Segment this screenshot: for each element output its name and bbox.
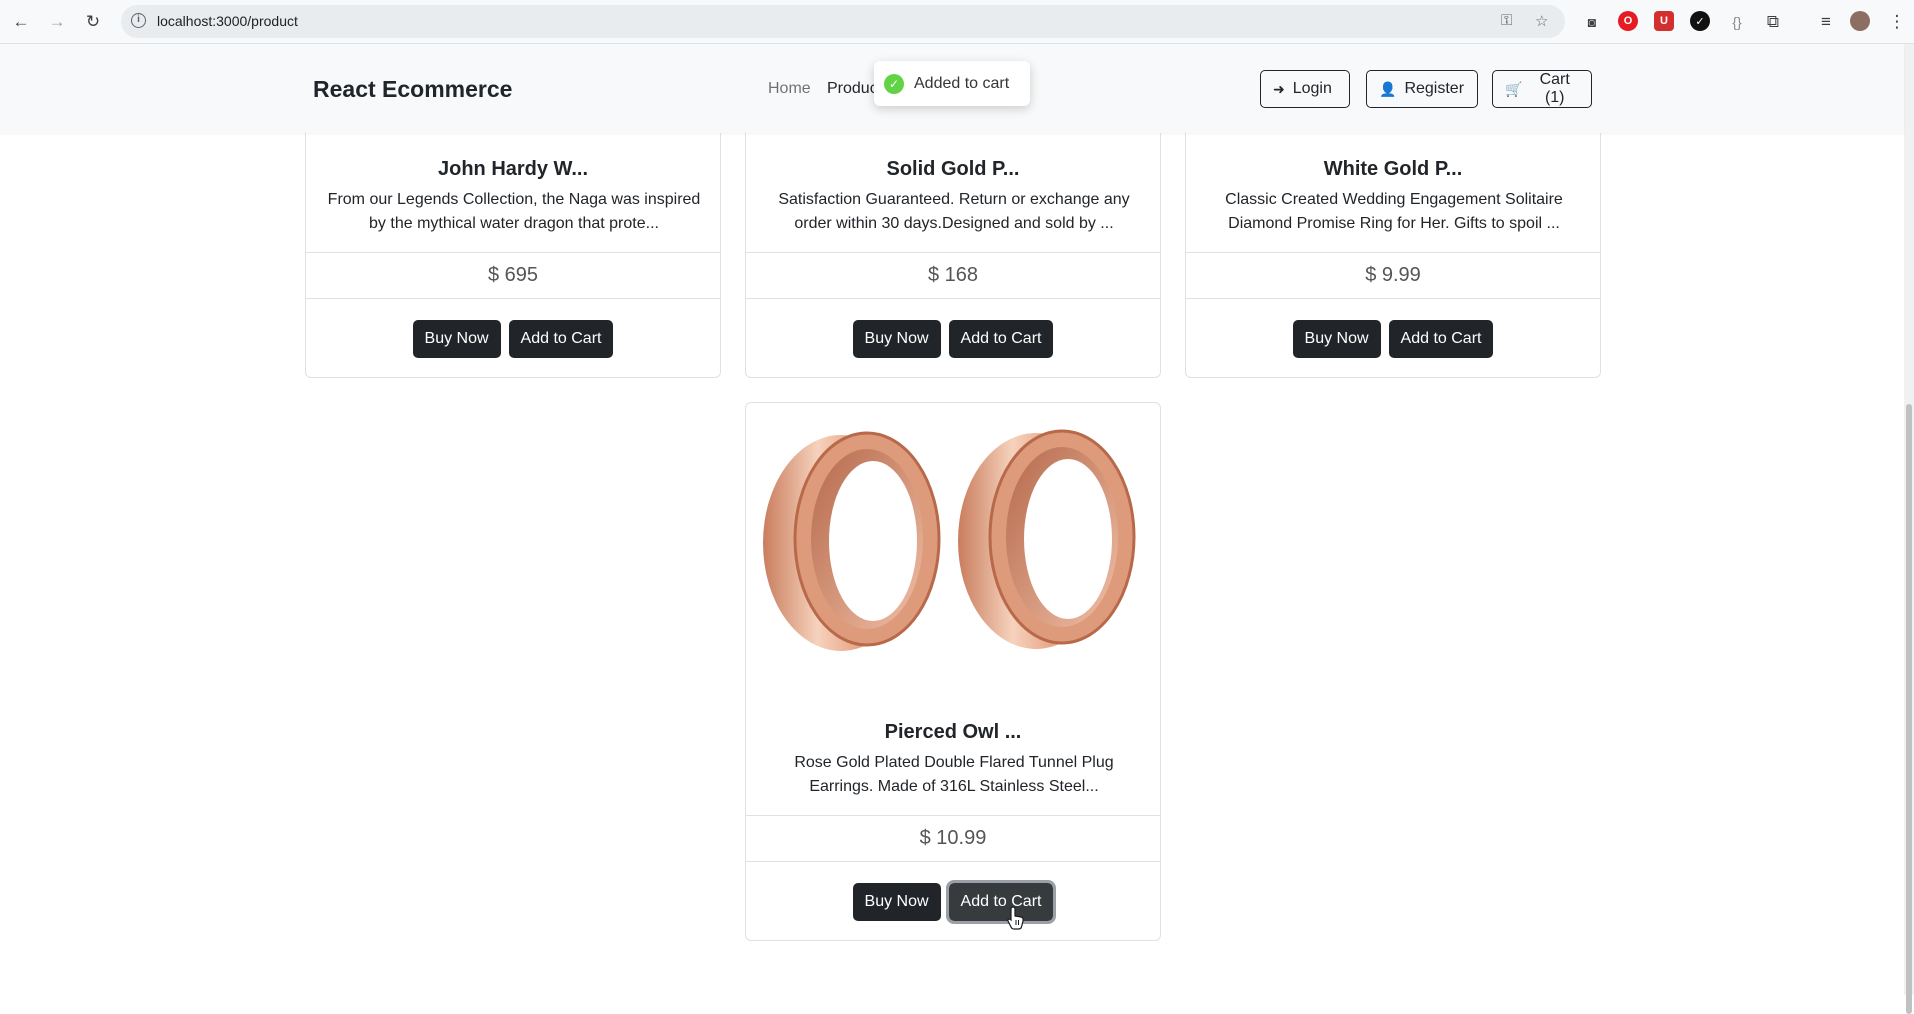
ublock-extension-icon[interactable]: U [1654, 11, 1674, 31]
login-button[interactable]: ➜ Login [1260, 70, 1350, 108]
rose-gold-tunnel-plugs-image [763, 429, 1136, 651]
buy-now-button[interactable]: Buy Now [412, 320, 501, 358]
nav-link-home[interactable]: Home [768, 80, 811, 98]
product-price: $ 9.99 [1186, 252, 1600, 299]
product-title: White Gold P... [1323, 158, 1463, 180]
check-circle-icon: ✓ [884, 73, 904, 94]
media-control-icon[interactable]: ≡ [1813, 9, 1839, 35]
camera-icon[interactable]: ◙ [1579, 9, 1605, 35]
cart-button[interactable]: 🛒 Cart (1) [1492, 70, 1592, 108]
add-to-cart-button[interactable]: Add to Cart [945, 880, 1057, 924]
sign-in-icon: ➜ [1273, 80, 1285, 97]
page-scrollbar[interactable] [1904, 44, 1914, 1014]
product-title: Pierced Owl ... [884, 721, 1022, 743]
address-bar[interactable]: i localhost:3000/product ⚿ ☆ [121, 5, 1565, 38]
toast-message: Added to cart [914, 74, 1010, 92]
menu-kebab-icon[interactable]: ⋮ [1884, 9, 1910, 35]
url-text[interactable]: localhost:3000/product [157, 13, 298, 29]
add-to-cart-button[interactable]: Add to Cart [1388, 320, 1494, 358]
product-description: Satisfaction Guaranteed. Return or excha… [778, 191, 1130, 232]
cart-label: Cart (1) [1539, 71, 1570, 106]
product-title: Solid Gold P... [886, 158, 1020, 180]
product-description: Rose Gold Plated Double Flared Tunnel Pl… [794, 754, 1114, 795]
product-price: $ 695 [306, 252, 720, 299]
scrollbar-thumb[interactable] [1906, 404, 1912, 1014]
forward-icon[interactable]: → [44, 9, 70, 35]
password-key-icon[interactable]: ⚿ [1501, 12, 1512, 29]
buy-now-button[interactable]: Buy Now [1292, 320, 1381, 358]
product-card: John Hardy W... From our Legends Collect… [305, 120, 721, 378]
cart-icon: 🛒 [1505, 80, 1523, 97]
add-to-cart-button[interactable]: Add to Cart [948, 320, 1054, 358]
buy-now-button[interactable]: Buy Now [852, 883, 941, 921]
hand-pointer-icon [1007, 906, 1024, 930]
product-image[interactable] [746, 403, 1160, 683]
opera-extension-icon[interactable]: O [1618, 11, 1638, 31]
check-extension-icon[interactable]: ✓ [1690, 11, 1710, 31]
braces-extension-icon[interactable]: {} [1724, 9, 1750, 35]
product-price: $ 10.99 [746, 815, 1160, 862]
product-card: Solid Gold P... Satisfaction Guaranteed.… [745, 120, 1161, 378]
product-card: White Gold P... Classic Created Wedding … [1185, 120, 1601, 378]
product-price: $ 168 [746, 252, 1160, 299]
toast-notification: ✓ Added to cart [874, 61, 1030, 106]
reload-icon[interactable]: ↻ [80, 9, 106, 35]
register-label: Register [1404, 80, 1465, 97]
add-to-cart-button[interactable]: Add to Cart [508, 320, 614, 358]
site-info-icon[interactable]: i [131, 13, 146, 28]
extensions-puzzle-icon[interactable]: ⧉ [1760, 9, 1786, 35]
back-icon[interactable]: ← [8, 9, 34, 35]
login-label: Login [1292, 80, 1332, 97]
product-card: Pierced Owl ... Rose Gold Plated Double … [745, 402, 1161, 941]
product-title: John Hardy W... [437, 158, 589, 180]
browser-toolbar: ← → ↻ i localhost:3000/product ⚿ ☆ ◙ O U… [0, 0, 1914, 44]
brand-logo[interactable]: React Ecommerce [313, 76, 512, 103]
product-description: Classic Created Wedding Engagement Solit… [1225, 191, 1563, 232]
product-description: From our Legends Collection, the Naga wa… [327, 191, 701, 232]
bookmark-star-icon[interactable]: ☆ [1535, 12, 1548, 30]
profile-avatar[interactable] [1850, 11, 1870, 31]
user-plus-icon: 👤 [1379, 80, 1397, 97]
nav-link-products[interactable]: Produc [827, 80, 878, 98]
buy-now-button[interactable]: Buy Now [852, 320, 941, 358]
register-button[interactable]: 👤 Register [1366, 70, 1478, 108]
